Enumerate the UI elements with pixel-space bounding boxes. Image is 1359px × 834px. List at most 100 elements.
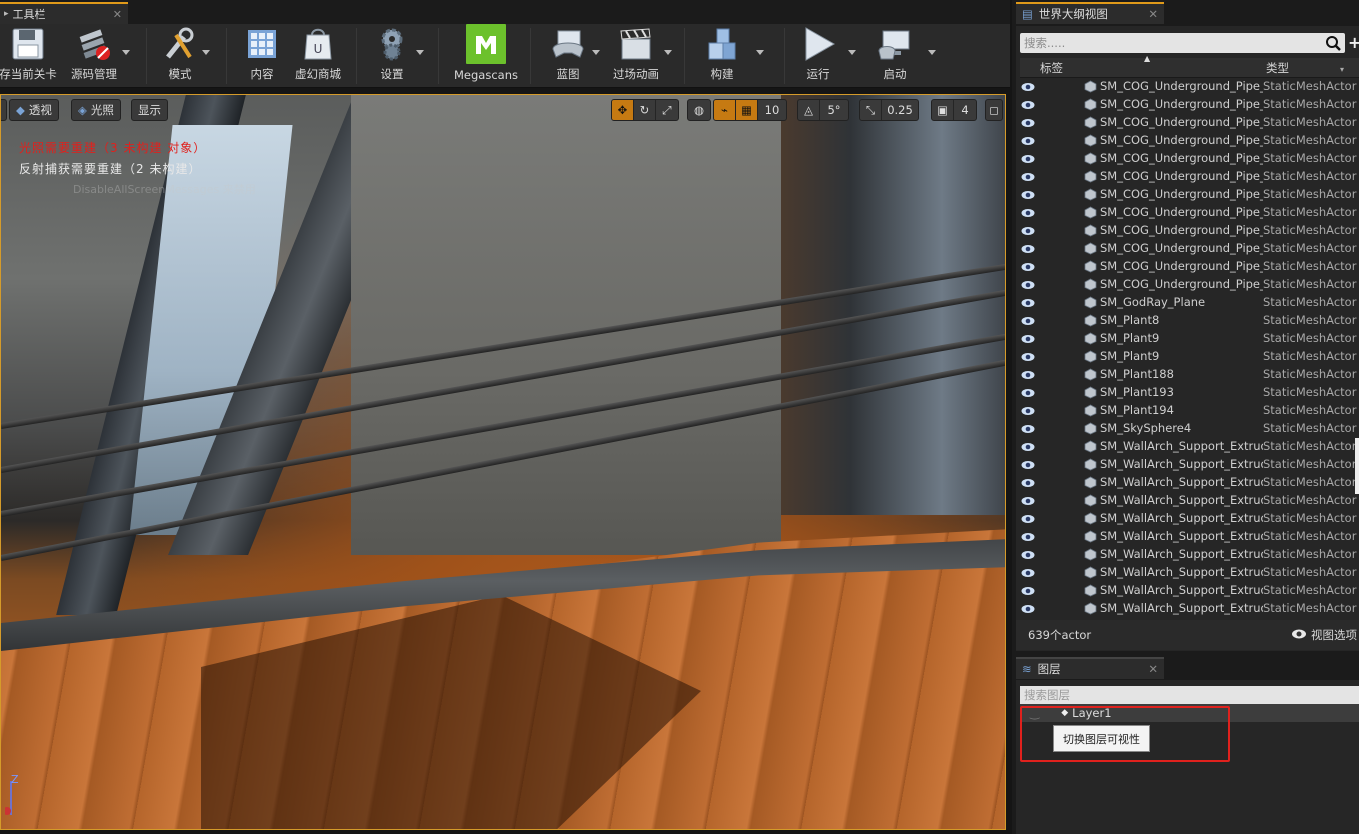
eye-icon[interactable]: [1020, 441, 1036, 453]
chevron-down-icon[interactable]: [848, 50, 856, 55]
rotate-mode-icon[interactable]: ↻: [634, 100, 656, 120]
lit-mode-button[interactable]: ◈ 光照: [71, 99, 121, 121]
grid-snap-icon[interactable]: ▦: [736, 100, 758, 120]
eye-icon[interactable]: [1020, 243, 1036, 255]
viewport-options-button[interactable]: [1, 99, 7, 121]
table-row[interactable]: SM_COG_Underground_Pipe_V StaticMeshActor: [1020, 132, 1359, 150]
table-row[interactable]: SM_WallArch_Support_Extrude StaticMeshAct…: [1020, 546, 1359, 564]
eye-icon[interactable]: [1020, 603, 1036, 615]
table-row[interactable]: SM_Plant9 StaticMeshActor: [1020, 330, 1359, 348]
eye-icon[interactable]: [1020, 333, 1036, 345]
column-label-header[interactable]: 标签: [1040, 60, 1063, 76]
tab-world-outliner[interactable]: ▤ 世界大纲视图 ✕: [1016, 2, 1164, 24]
table-row[interactable]: SM_COG_Underground_Pipe_V StaticMeshActor: [1020, 276, 1359, 294]
blueprint-button[interactable]: 蓝图: [540, 24, 600, 88]
view-options-button[interactable]: 视图选项: [1291, 627, 1357, 643]
table-row[interactable]: SM_COG_Underground_Pipe_V StaticMeshActor: [1020, 186, 1359, 204]
build-button[interactable]: 构建: [694, 24, 764, 88]
translate-mode-icon[interactable]: ✥: [612, 100, 634, 120]
camera-speed-value[interactable]: 4: [954, 100, 976, 120]
search-icon[interactable]: [1324, 34, 1342, 52]
modes-button[interactable]: 模式: [152, 24, 210, 88]
eye-icon[interactable]: [1020, 135, 1036, 147]
tab-layers[interactable]: ≋ 图层 ✕: [1016, 657, 1164, 679]
world-globe-icon[interactable]: ◍: [688, 100, 710, 120]
table-row[interactable]: SM_Plant188 StaticMeshActor: [1020, 366, 1359, 384]
chevron-down-icon[interactable]: [756, 50, 764, 55]
eye-icon[interactable]: [1020, 189, 1036, 201]
close-icon[interactable]: ✕: [1148, 662, 1158, 676]
table-row[interactable]: SM_WallArch_Support_Extrude StaticMeshAct…: [1020, 510, 1359, 528]
table-row[interactable]: SM_WallArch_Support_Extrude StaticMeshAct…: [1020, 438, 1359, 456]
scrollbar-thumb[interactable]: [1355, 438, 1359, 494]
table-row[interactable]: SM_WallArch_Support_Extrude StaticMeshAct…: [1020, 528, 1359, 546]
table-row[interactable]: SM_COG_Underground_Pipe_V StaticMeshActor: [1020, 258, 1359, 276]
eye-icon[interactable]: [1020, 531, 1036, 543]
scale-snap-value[interactable]: 0.25: [882, 100, 918, 120]
eye-icon[interactable]: [1020, 495, 1036, 507]
level-viewport[interactable]: ◆ 透视 ◈ 光照 显示 ✥ ↻ ⤢ ◍ ⌁ ▦ 10 ◬ 5° ⤡ 0.25: [0, 94, 1006, 830]
chevron-down-icon[interactable]: [202, 50, 210, 55]
table-row[interactable]: SM_WallArch_Support_Extrude StaticMeshAct…: [1020, 474, 1359, 492]
table-row[interactable]: SM_Plant9 StaticMeshActor: [1020, 348, 1359, 366]
play-button[interactable]: 运行: [790, 24, 856, 88]
eye-icon[interactable]: [1020, 405, 1036, 417]
outliner-list[interactable]: SM_COG_Underground_Pipe_V StaticMeshActor…: [1020, 78, 1359, 618]
save-level-button[interactable]: 存当前关卡: [0, 24, 62, 88]
chevron-down-icon[interactable]: [928, 50, 936, 55]
table-row[interactable]: SM_COG_Underground_Pipe_V StaticMeshActor: [1020, 204, 1359, 222]
show-button[interactable]: 显示: [131, 99, 168, 121]
eye-icon[interactable]: [1020, 153, 1036, 165]
source-control-button[interactable]: 源码管理: [64, 24, 130, 88]
settings-button[interactable]: 设置: [364, 24, 424, 88]
eye-icon[interactable]: [1020, 477, 1036, 489]
column-type-header[interactable]: 类型: [1266, 60, 1289, 76]
launch-button[interactable]: 启动: [866, 24, 936, 88]
close-icon[interactable]: ✕: [1148, 7, 1158, 21]
table-row[interactable]: SM_Plant193 StaticMeshActor: [1020, 384, 1359, 402]
tab-toolbar[interactable]: ▸ 工具栏 ✕: [0, 2, 128, 24]
table-row[interactable]: SM_WallArch_Support_Extrude StaticMeshAct…: [1020, 564, 1359, 582]
rotation-snap-icon[interactable]: ◬: [798, 100, 820, 120]
rotation-snap-value[interactable]: 5°: [820, 100, 848, 120]
eye-icon[interactable]: [1020, 585, 1036, 597]
eye-icon[interactable]: [1020, 459, 1036, 471]
eye-icon[interactable]: [1020, 423, 1036, 435]
eye-icon[interactable]: [1020, 117, 1036, 129]
eye-icon[interactable]: [1020, 297, 1036, 309]
grid-snap-value[interactable]: 10: [758, 100, 786, 120]
chevron-down-icon[interactable]: ▾: [1340, 65, 1344, 74]
eye-icon[interactable]: [1020, 315, 1036, 327]
eye-icon[interactable]: [1020, 567, 1036, 579]
table-row[interactable]: SM_WallArch_Support_Extrude StaticMeshAct…: [1020, 456, 1359, 474]
layers-search-input[interactable]: 搜索图层: [1020, 686, 1359, 704]
chevron-down-icon[interactable]: [592, 50, 600, 55]
chevron-down-icon[interactable]: [664, 50, 672, 55]
eye-icon[interactable]: [1020, 207, 1036, 219]
outliner-search-input[interactable]: 搜索.....: [1020, 33, 1345, 53]
eye-icon[interactable]: [1020, 99, 1036, 111]
table-row[interactable]: SM_COG_Underground_Pipe_V StaticMeshActor: [1020, 96, 1359, 114]
chevron-down-icon[interactable]: [122, 50, 130, 55]
table-row[interactable]: SM_WallArch_Support_Extrude StaticMeshAct…: [1020, 492, 1359, 510]
add-icon[interactable]: +: [1348, 33, 1359, 52]
table-row[interactable]: SM_WallArch_Support_Extrude StaticMeshAct…: [1020, 582, 1359, 600]
scale-snap-icon[interactable]: ⤡: [860, 100, 882, 120]
table-row[interactable]: SM_COG_Underground_Pipe_V StaticMeshActor: [1020, 114, 1359, 132]
table-row[interactable]: SM_Plant194 StaticMeshActor: [1020, 402, 1359, 420]
eye-icon[interactable]: [1020, 387, 1036, 399]
eye-icon[interactable]: [1020, 171, 1036, 183]
cinematics-button[interactable]: 过场动画: [606, 24, 672, 88]
eye-icon[interactable]: [1020, 513, 1036, 525]
table-row[interactable]: SM_COG_Underground_Pipe_V StaticMeshActor: [1020, 78, 1359, 96]
eye-icon[interactable]: [1020, 369, 1036, 381]
table-row[interactable]: SM_SkySphere4 StaticMeshActor: [1020, 420, 1359, 438]
table-row[interactable]: SM_COG_Underground_Pipe_V StaticMeshActor: [1020, 240, 1359, 258]
marketplace-button[interactable]: U 虚幻商城: [290, 24, 346, 88]
table-row[interactable]: SM_COG_Underground_Pipe_V StaticMeshActor: [1020, 150, 1359, 168]
eye-icon[interactable]: [1020, 81, 1036, 93]
maximize-viewport-button[interactable]: ◻: [985, 99, 1003, 121]
eye-icon[interactable]: [1020, 549, 1036, 561]
eye-icon[interactable]: [1020, 225, 1036, 237]
surface-snap-icon[interactable]: ⌁: [714, 100, 736, 120]
